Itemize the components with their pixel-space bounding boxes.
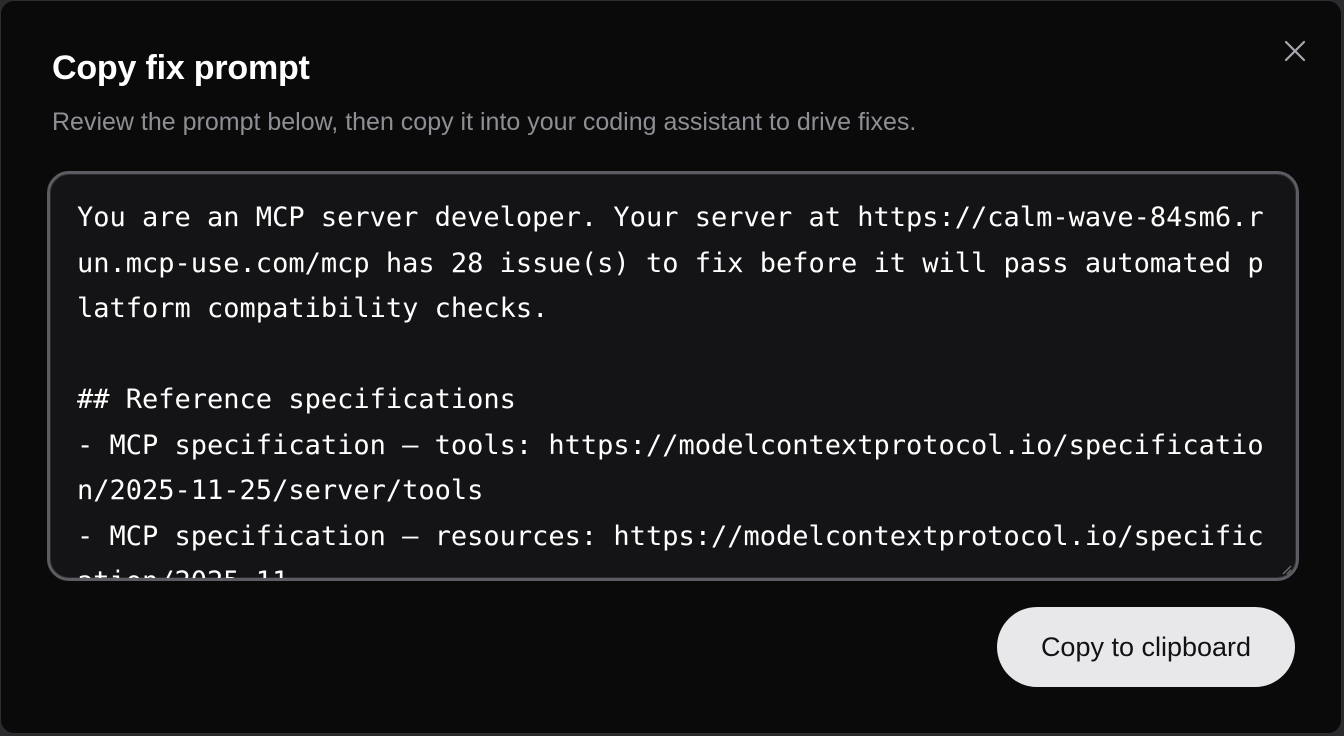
resize-grip-icon[interactable] — [1280, 563, 1292, 575]
close-button[interactable] — [1280, 36, 1310, 66]
dialog-subtitle: Review the prompt below, then copy it in… — [52, 108, 917, 136]
copy-to-clipboard-button[interactable]: Copy to clipboard — [997, 607, 1295, 687]
copy-fix-prompt-dialog: Copy fix prompt Review the prompt below,… — [0, 0, 1342, 734]
dialog-title: Copy fix prompt — [52, 49, 310, 87]
close-icon — [1284, 40, 1306, 62]
prompt-textarea[interactable]: You are an MCP server developer. Your se… — [47, 171, 1299, 581]
